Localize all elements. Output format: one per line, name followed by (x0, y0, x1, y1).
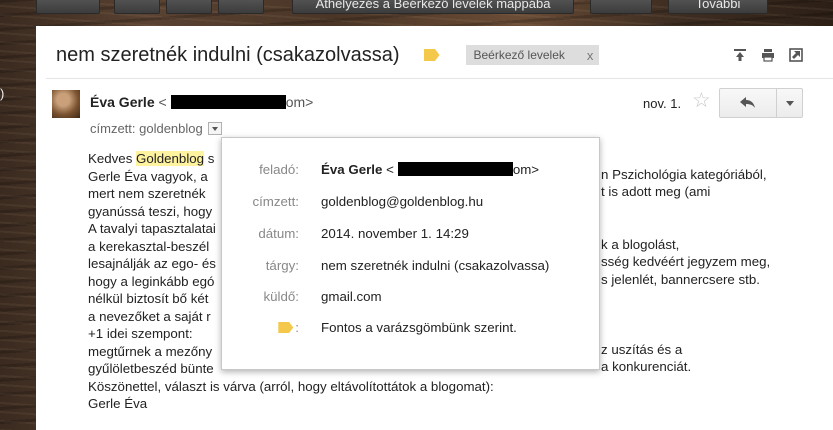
message-date: nov. 1. (643, 96, 682, 111)
sender-name[interactable]: Éva Gerle (90, 94, 155, 110)
body-line-text: gyanússá teszi, hogy (88, 203, 213, 219)
header-actions (733, 48, 803, 62)
redacted-email-block (397, 162, 513, 176)
body-line-text: a kerekasztal-beszél (88, 238, 210, 254)
reply-arrow-icon (740, 97, 755, 108)
move-to-inbox-button[interactable]: Áthelyezés a Beérkező levelek mappába (292, 0, 574, 14)
delete-button[interactable] (218, 0, 264, 14)
recipient-line: címzett: goldenblog (90, 121, 222, 136)
details-importance-label: : (278, 320, 299, 335)
recipient-summary: címzett: goldenblog (90, 121, 203, 136)
details-to-label: címzett: (252, 194, 299, 209)
expand-all-icon[interactable] (733, 48, 747, 62)
top-toolbar: Áthelyezés a Beérkező levelek mappába To… (0, 0, 833, 16)
labels-button[interactable] (590, 0, 652, 14)
message-subject: nem szeretnék indulni (csakazolvassa) (56, 43, 400, 66)
body-right-fragment: a konkurenciát. (601, 359, 692, 374)
details-row-from: feladó: Éva Gerle < om> (222, 162, 601, 182)
details-subject-label: tárgy: (265, 258, 299, 273)
reply-button[interactable] (719, 88, 777, 118)
details-row-subject: tárgy: nem szeretnék indulni (csakazolva… (222, 258, 601, 278)
open-in-new-window-icon[interactable] (789, 48, 803, 62)
details-date-value: 2014. november 1. 14:29 (321, 226, 469, 241)
details-mailed-by-value: gmail.com (321, 289, 382, 304)
show-details-dropdown-icon[interactable] (207, 122, 222, 135)
body-line-text: megtűrnek a mezőny (88, 343, 213, 359)
details-from-value: Éva Gerle < om> (321, 162, 539, 177)
body-line-text: s (204, 151, 215, 166)
body-line-text: Köszönettel, választ is várva (arról, ho… (88, 378, 494, 394)
label-chip-text: Beérkező levelek (473, 48, 565, 62)
body-right-fragment: s jelenlét, bannercsere stb. (601, 272, 760, 287)
body-line-text: a nevezőket a saját r (88, 308, 211, 324)
label-chip-inbox[interactable]: Beérkező levelek x (465, 45, 600, 65)
importance-marker-icon (278, 322, 294, 333)
details-importance-colon: : (295, 320, 299, 335)
details-to-value: goldenblog@goldenblog.hu (321, 194, 484, 209)
body-right-fragment: k a blogolást, (601, 237, 680, 252)
sender-email-tail: om> (285, 94, 314, 110)
details-row-date: dátum: 2014. november 1. 14:29 (222, 226, 601, 246)
sender-email: < om> (159, 94, 314, 110)
side-fragment: ) (0, 86, 5, 101)
details-row-mailed-by: küldő: gmail.com (222, 289, 601, 309)
body-line: Köszönettel, választ is várva (arról, ho… (88, 378, 808, 396)
header-divider (46, 78, 833, 79)
star-icon[interactable]: ☆ (692, 90, 711, 112)
body-line-text: lesajnálják az ego- és (88, 256, 216, 271)
body-right-fragment: sség kedvéért jegyzem meg, (601, 254, 771, 269)
body-right-fragment: z uszítás és a (601, 342, 683, 357)
details-from-email-tail: om> (512, 162, 540, 177)
report-spam-button[interactable] (166, 0, 212, 14)
body-right-fragment: n Pszichológia kategóriából, (601, 167, 767, 182)
reply-group (719, 88, 803, 118)
body-line-text: gyűlöletbeszéd bünte (88, 361, 214, 376)
remove-label-button[interactable]: x (587, 48, 594, 63)
body-line-text: A tavalyi tapasztalatai (88, 221, 216, 236)
redacted-email-block (170, 95, 286, 109)
message-details-popup: feladó: Éva Gerle < om> címzett: goldenbl… (221, 137, 600, 370)
subject-row: nem szeretnék indulni (csakazolvassa) Be… (56, 42, 600, 68)
more-button[interactable]: További (668, 0, 768, 14)
body-line-text: mert nem szeretnék (88, 186, 206, 201)
body-line-text: Gerle Éva vagyok, a (88, 168, 212, 184)
sender-avatar[interactable] (52, 90, 80, 118)
details-row-to: címzett: goldenblog@goldenblog.hu (222, 194, 601, 214)
details-from-label: feladó: (259, 162, 299, 177)
body-right-fragment: t is adott meg (ami (601, 184, 711, 199)
archive-button[interactable] (114, 0, 160, 14)
details-from-email-open: < (386, 162, 394, 177)
highlighted-keyword: Goldenblog (136, 151, 205, 166)
print-icon[interactable] (761, 48, 775, 62)
body-line-text: hogy a leginkább egó (88, 273, 215, 289)
details-from-name[interactable]: Éva Gerle (321, 162, 382, 177)
body-line-text: +1 idei szempont: (88, 326, 193, 341)
body-line-text: nélkül biztosít bő két (88, 291, 209, 306)
back-button[interactable] (36, 0, 100, 14)
body-line: Gerle Éva (88, 395, 808, 413)
details-mailed-by-label: küldő: (263, 289, 299, 304)
body-line-text: Gerle Éva (88, 396, 148, 411)
importance-marker-icon[interactable] (423, 49, 440, 61)
message-more-options-button[interactable] (777, 88, 803, 118)
sender-line: Éva Gerle < om> (90, 94, 313, 110)
details-importance-value: Fontos a varázsgömbünk szerint. (321, 320, 517, 335)
sender-email-open: < (158, 94, 167, 110)
body-line-text: Kedves (88, 151, 137, 166)
details-subject-value: nem szeretnék indulni (csakazolvassa) (321, 258, 550, 273)
details-row-importance: : Fontos a varázsgömbünk szerint. (222, 320, 601, 340)
details-date-label: dátum: (258, 226, 299, 241)
